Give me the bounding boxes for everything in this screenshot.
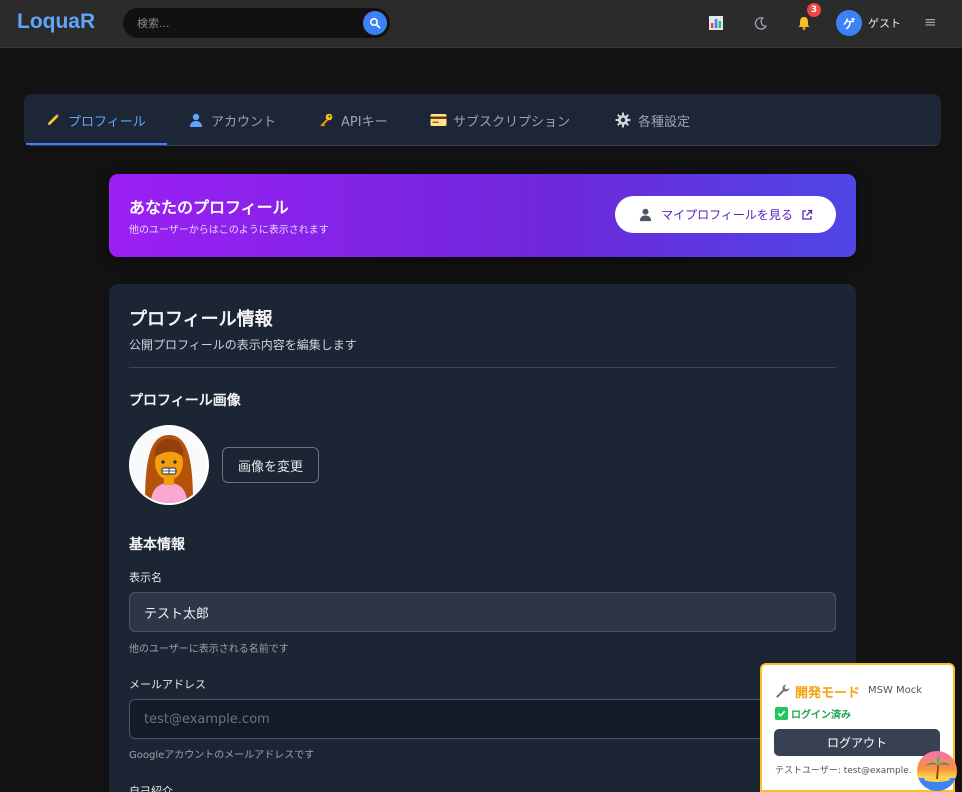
user-icon [187, 111, 205, 129]
user-name[interactable]: ゲスト [868, 15, 901, 31]
display-name-help: 他のユーザーに表示される名前です [129, 644, 289, 655]
dev-tools-avatar[interactable] [917, 751, 957, 791]
stats-button[interactable] [704, 11, 728, 35]
change-image-button[interactable]: 画像を変更 [222, 447, 319, 483]
email-help: Googleアカウントのメールアドレスです [129, 750, 315, 761]
tab-label: 各種設定 [638, 114, 691, 130]
notification-badge: 3 [807, 3, 821, 17]
login-status: ログイン済み [775, 706, 851, 721]
person-avatar-icon [131, 427, 207, 503]
settings-tabs: プロフィール アカウント APIキー サブスクリプション 各種設定 [24, 94, 941, 146]
bar-chart-icon [709, 16, 723, 30]
bio-label: 自己紹介 [129, 785, 173, 792]
profile-image-section-title: プロフィール画像 [129, 393, 241, 409]
view-my-profile-label: マイプロフィールを見る [661, 208, 793, 222]
profile-info-card: プロフィール情報 公開プロフィールの表示内容を編集します プロフィール画像 画像… [109, 284, 856, 792]
tab-label: プロフィール [68, 114, 146, 130]
card-title: プロフィール情報 [129, 309, 273, 330]
login-status-label: ログイン済み [791, 710, 851, 721]
active-tab-indicator [26, 143, 167, 145]
wrench-icon [774, 683, 792, 701]
tab-account[interactable]: アカウント [187, 94, 276, 146]
email-label: メールアドレス [129, 678, 206, 691]
profile-avatar [129, 425, 209, 505]
tab-label: アカウント [211, 114, 277, 130]
app-logo[interactable]: LoquaR [17, 10, 95, 34]
search-icon [369, 17, 381, 29]
theme-toggle-button[interactable] [748, 11, 772, 35]
logout-button[interactable]: ログアウト [774, 729, 940, 756]
divider [129, 367, 836, 368]
search-bar [123, 8, 390, 38]
gear-icon [614, 111, 632, 129]
dev-mode-title: 開発モード [774, 682, 860, 701]
test-user-info: テストユーザー: test@example. [775, 766, 912, 776]
tab-label: APIキー [341, 114, 388, 130]
credit-card-icon [429, 111, 447, 129]
mock-label: MSW Mock [868, 685, 923, 696]
tab-api-keys[interactable]: APIキー [317, 94, 388, 146]
banner-subtitle: 他のユーザーからはこのように表示されます [129, 225, 329, 236]
tab-preferences[interactable]: 各種設定 [614, 94, 690, 146]
checkmark-icon [775, 707, 788, 720]
top-header: LoquaR 3 ゲ ゲスト ≡ [0, 0, 962, 48]
bell-icon [798, 17, 810, 30]
key-icon [317, 111, 335, 129]
card-subtitle: 公開プロフィールの表示内容を編集します [129, 338, 357, 352]
pencil-icon [44, 111, 62, 129]
tab-subscription[interactable]: サブスクリプション [429, 94, 570, 146]
view-my-profile-button[interactable]: マイプロフィールを見る [615, 196, 836, 233]
menu-button[interactable]: ≡ [924, 13, 937, 31]
email-field[interactable] [129, 699, 836, 739]
tab-label: サブスクリプション [453, 114, 571, 130]
palm-tree-icon [917, 756, 957, 791]
tab-profile[interactable]: プロフィール [44, 94, 146, 146]
search-input[interactable] [137, 14, 357, 32]
banner-title: あなたのプロフィール [129, 198, 289, 217]
external-link-icon [801, 209, 813, 221]
profile-preview-banner: あなたのプロフィール 他のユーザーからはこのように表示されます マイプロフィール… [109, 174, 856, 257]
moon-icon [754, 16, 767, 30]
user-avatar[interactable]: ゲ [836, 10, 862, 36]
basic-info-section-title: 基本情報 [129, 537, 185, 553]
display-name-input[interactable] [129, 592, 836, 632]
search-button[interactable] [363, 11, 387, 35]
dev-mode-label: 開発モード [795, 686, 861, 701]
user-icon [638, 207, 654, 223]
display-name-label: 表示名 [129, 571, 162, 584]
